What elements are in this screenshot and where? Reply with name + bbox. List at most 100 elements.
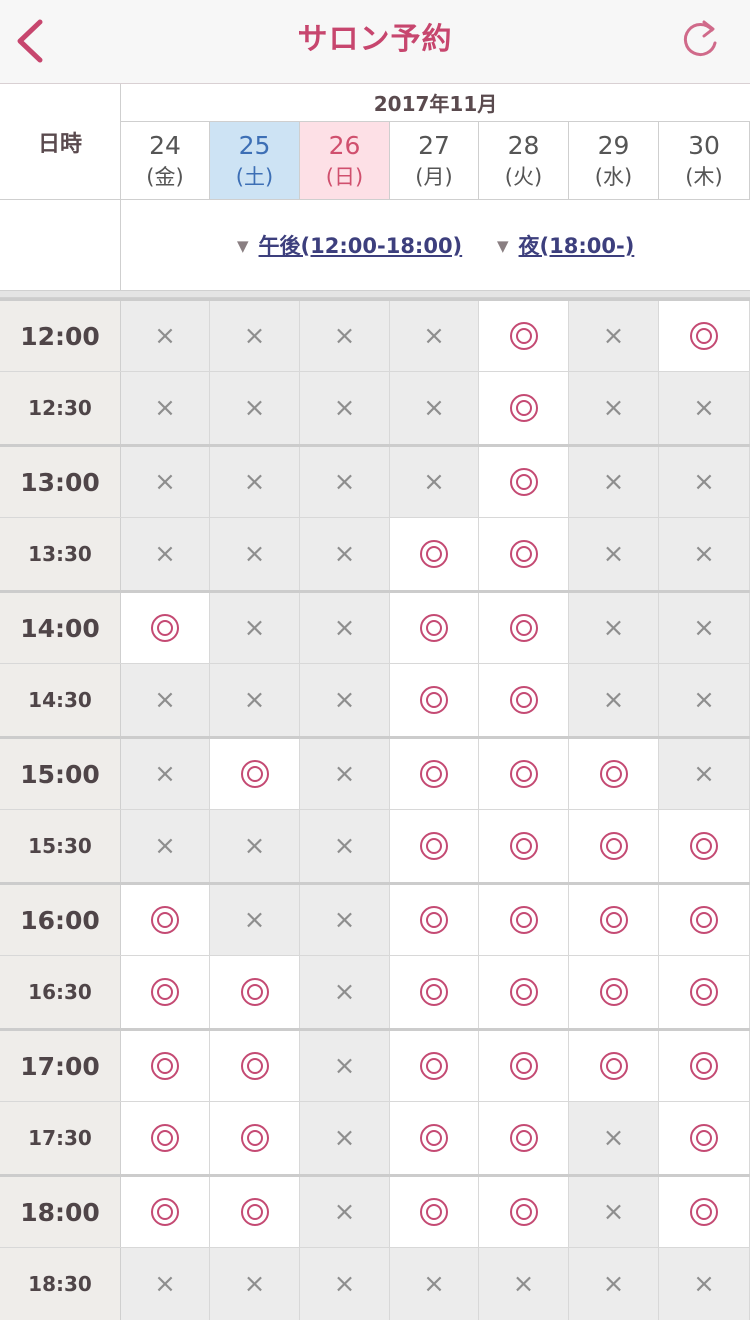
available-slot[interactable] [569, 956, 659, 1028]
unavailable-slot: × [210, 518, 300, 590]
available-slot[interactable] [390, 1102, 479, 1174]
available-slot[interactable] [479, 885, 569, 955]
day-of-week: (金) [146, 165, 184, 189]
cross-icon: × [333, 539, 356, 569]
available-slot[interactable] [479, 1177, 569, 1247]
double-circle-icon [420, 760, 448, 788]
double-circle-icon [420, 978, 448, 1006]
unavailable-slot: × [300, 1031, 390, 1101]
unavailable-slot: × [121, 1248, 210, 1320]
available-slot[interactable] [479, 518, 569, 590]
available-slot[interactable] [659, 885, 750, 955]
available-slot[interactable] [569, 810, 659, 882]
available-slot[interactable] [659, 1102, 750, 1174]
cross-icon: × [333, 1051, 356, 1081]
day-of-week: (火) [504, 165, 543, 189]
cross-icon: × [602, 467, 625, 497]
available-slot[interactable] [210, 1177, 300, 1247]
cross-icon: × [243, 905, 266, 935]
available-slot[interactable] [659, 301, 750, 371]
available-slot[interactable] [479, 1031, 569, 1101]
unavailable-slot: × [659, 739, 750, 809]
cross-icon: × [423, 467, 445, 497]
afternoon-jump-link[interactable]: ▼ 午後(12:00-18:00) [237, 230, 462, 260]
night-jump-link[interactable]: ▼ 夜(18:00-) [497, 230, 634, 260]
available-slot[interactable] [390, 1177, 479, 1247]
unavailable-slot: × [300, 518, 390, 590]
available-slot[interactable] [659, 1177, 750, 1247]
unavailable-slot: × [300, 885, 390, 955]
triangle-down-icon: ▼ [237, 237, 249, 255]
available-slot[interactable] [479, 739, 569, 809]
double-circle-icon [509, 468, 538, 496]
available-slot[interactable] [121, 593, 210, 663]
available-slot[interactable] [390, 739, 479, 809]
available-slot[interactable] [479, 956, 569, 1028]
available-slot[interactable] [659, 1031, 750, 1101]
unavailable-slot: × [121, 739, 210, 809]
cross-icon: × [243, 613, 266, 643]
cross-icon: × [512, 1269, 535, 1299]
unavailable-slot: × [390, 301, 479, 371]
available-slot[interactable] [121, 885, 210, 955]
time-row: 16:30 × [0, 955, 750, 1028]
available-slot[interactable] [569, 739, 659, 809]
reload-button[interactable] [676, 16, 724, 64]
cross-icon: × [333, 831, 356, 861]
available-slot[interactable] [479, 810, 569, 882]
available-slot[interactable] [390, 1031, 479, 1101]
cross-icon: × [333, 1269, 356, 1299]
available-slot[interactable] [390, 810, 479, 882]
available-slot[interactable] [121, 1177, 210, 1247]
available-slot[interactable] [479, 301, 569, 371]
available-slot[interactable] [479, 447, 569, 517]
available-slot[interactable] [390, 956, 479, 1028]
available-slot[interactable] [121, 1102, 210, 1174]
available-slot[interactable] [210, 956, 300, 1028]
available-slot[interactable] [479, 593, 569, 663]
cross-icon: × [333, 1123, 356, 1153]
available-slot[interactable] [390, 593, 479, 663]
cross-icon: × [333, 613, 356, 643]
available-slot[interactable] [121, 1031, 210, 1101]
available-slot[interactable] [210, 1102, 300, 1174]
cross-icon: × [693, 685, 715, 715]
cross-icon: × [243, 539, 266, 569]
unavailable-slot: × [390, 372, 479, 444]
double-circle-icon [151, 1052, 179, 1080]
time-label: 18:00 [0, 1177, 121, 1247]
unavailable-slot: × [210, 885, 300, 955]
available-slot[interactable] [479, 664, 569, 736]
available-slot[interactable] [390, 518, 479, 590]
cross-icon: × [602, 539, 625, 569]
available-slot[interactable] [210, 1031, 300, 1101]
day-of-week: (日) [325, 165, 364, 189]
available-slot[interactable] [121, 956, 210, 1028]
available-slot[interactable] [479, 372, 569, 444]
double-circle-icon [240, 1198, 269, 1226]
unavailable-slot: × [300, 372, 390, 444]
available-slot[interactable] [390, 664, 479, 736]
available-slot[interactable] [569, 1031, 659, 1101]
unavailable-slot: × [569, 518, 659, 590]
cross-icon: × [602, 613, 625, 643]
nav-bar: サロン予約 [0, 0, 750, 84]
available-slot[interactable] [659, 810, 750, 882]
double-circle-icon [240, 978, 269, 1006]
month-label: 2017年11月 [121, 84, 750, 122]
day-number: 25 [238, 131, 271, 160]
day-number: 24 [149, 131, 181, 160]
unavailable-slot: × [569, 447, 659, 517]
double-circle-icon [420, 614, 448, 642]
unavailable-slot: × [390, 447, 479, 517]
available-slot[interactable] [569, 885, 659, 955]
available-slot[interactable] [390, 885, 479, 955]
cross-icon: × [333, 321, 356, 351]
available-slot[interactable] [210, 739, 300, 809]
double-circle-icon [420, 1198, 448, 1226]
double-circle-icon [151, 614, 179, 642]
available-slot[interactable] [479, 1102, 569, 1174]
double-circle-icon [509, 614, 538, 642]
unavailable-slot: × [569, 1248, 659, 1320]
available-slot[interactable] [659, 956, 750, 1028]
